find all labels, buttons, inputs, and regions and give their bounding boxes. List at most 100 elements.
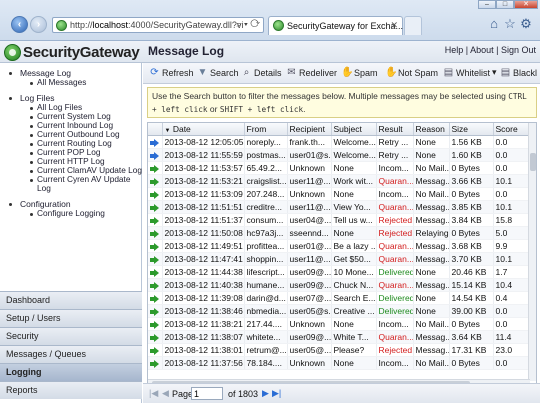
scroll-thumb[interactable] (530, 153, 536, 171)
cell-subject: Welcome... (331, 148, 377, 162)
table-row[interactable]: 2013-08-12 11:53:21 craigslist... user11@.… (148, 174, 531, 188)
cell-from: craigslist... (244, 174, 288, 188)
page-number-input[interactable] (191, 387, 223, 400)
toolbar: ⟳ Refresh ▼ Search ⌕ Details ✉ Redeliver ✋ Sp… (143, 63, 540, 84)
table-row[interactable]: 2013-08-12 11:51:51 creditre... user11@...… (148, 200, 531, 214)
cell-result: Retry ... (376, 148, 414, 162)
table-row[interactable]: 2013-08-12 11:39:08 darin@d... user07@... S… (148, 291, 531, 306)
search-button[interactable]: ▼ Search (197, 67, 239, 78)
nav-log-item[interactable]: Current Cyren AV Update Log (0, 175, 142, 193)
section-reports[interactable]: Reports (0, 381, 142, 399)
cell-recipient: user11@... (287, 174, 332, 188)
search-dropdown-icon[interactable]: ⌕ ▾ ⟳ (237, 19, 260, 30)
back-button[interactable]: ‹ (11, 16, 28, 33)
first-page-icon[interactable]: |◀ (149, 388, 158, 399)
details-button[interactable]: ⌕ Details (241, 67, 282, 78)
column-subject[interactable]: Subject (331, 123, 377, 136)
tab-site-icon (273, 20, 284, 31)
column-score[interactable]: Score (493, 123, 531, 136)
section-messages-queues[interactable]: Messages / Queues (0, 345, 142, 363)
section-security[interactable]: Security (0, 327, 142, 345)
not-spam-button[interactable]: ✋ Not Spam (385, 67, 438, 78)
url-text: http://localhost:4000/SecurityGateway.dl… (70, 20, 244, 30)
table-row[interactable]: 2013-08-12 11:44:38 lifescript... user09@.… (148, 265, 531, 280)
cell-recipient: Unknown (287, 317, 332, 332)
blacklist-icon: ▤ (500, 67, 511, 78)
column-result[interactable]: Result (376, 123, 414, 136)
table-row[interactable]: 2013-08-12 11:47:41 shoppin... user11@... G… (148, 252, 531, 266)
nav-all-messages[interactable]: All Messages (0, 78, 142, 87)
section-dashboard[interactable]: Dashboard (0, 291, 142, 309)
favorites-star-icon[interactable]: ☆ (503, 17, 517, 31)
table-row[interactable]: 2013-08-12 11:49:51 profittea... user01@..… (148, 239, 531, 253)
search-label: Search (210, 67, 239, 78)
table-row[interactable]: 2013-08-12 11:55:59 postmas... user01@s...… (148, 148, 531, 162)
table-row[interactable]: 2013-08-12 11:38:07 whitete... user09@... W… (148, 330, 531, 345)
cell-size: 0 Bytes (449, 161, 494, 175)
cell-score: 0.0 (493, 317, 531, 332)
redeliver-button[interactable]: ✉ Redeliver (286, 67, 337, 78)
maximize-button[interactable]: □ (496, 0, 514, 9)
home-icon[interactable]: ⌂ (487, 17, 501, 31)
last-page-icon[interactable]: ▶| (272, 388, 281, 399)
column-size[interactable]: Size (449, 123, 494, 136)
inbound-arrow-icon (148, 330, 163, 345)
prev-page-icon[interactable]: ◀ (162, 388, 169, 399)
cell-recipient: sseennd... (287, 226, 332, 240)
settings-gear-icon[interactable]: ⚙ (519, 17, 533, 31)
cell-size: 3.66 KB (449, 174, 494, 188)
address-bar[interactable]: http://localhost:4000/SecurityGateway.dl… (52, 17, 264, 33)
whitelist-icon: ▤ (443, 67, 454, 78)
vertical-scrollbar[interactable] (528, 123, 536, 381)
section-logging[interactable]: Logging (0, 363, 142, 381)
top-links[interactable]: Help | About | Sign Out (445, 45, 536, 55)
inbound-arrow-icon (148, 252, 163, 266)
column-direction[interactable] (148, 123, 163, 136)
cell-date: 2013-08-12 11:53:09 (162, 187, 245, 201)
cell-result: Quaran... (376, 200, 414, 214)
table-row[interactable]: 2013-08-12 12:05:05 noreply... frank.th...… (148, 135, 531, 149)
new-tab-button[interactable] (404, 16, 422, 35)
column-recipient[interactable]: Recipient (287, 123, 332, 136)
table-row[interactable]: 2013-08-12 11:38:46 nbmedia... user05@s...… (148, 304, 531, 319)
browser-tab[interactable]: SecurityGateway for Excha... ✕ (268, 16, 403, 35)
blacklist-button[interactable]: ▤ Blackl (500, 67, 537, 78)
cell-reason: Messag... (413, 213, 450, 227)
minimize-button[interactable]: – (478, 0, 496, 9)
table-row[interactable]: 2013-08-12 11:40:38 humane... user09@... Ch… (148, 278, 531, 293)
cell-date: 2013-08-12 11:39:08 (162, 291, 245, 306)
inbound-arrow-icon (148, 304, 163, 319)
table-row[interactable]: 2013-08-12 11:37:56 78.184.... Unknown None… (148, 356, 531, 371)
section-setup-users[interactable]: Setup / Users (0, 309, 142, 327)
magnifier-icon: ⌕ (243, 67, 250, 78)
whitelist-button[interactable]: ▤ Whitelist ▾ (443, 67, 497, 78)
cell-recipient: user05@... (287, 343, 332, 358)
forward-button[interactable]: › (30, 16, 47, 33)
thumbs-up-icon: ✋ (385, 67, 398, 78)
cell-date: 2013-08-12 12:05:05 (162, 135, 245, 149)
table-row[interactable]: 2013-08-12 11:38:21 217.44.... Unknown None… (148, 317, 531, 332)
table-row[interactable]: 2013-08-12 11:38:01 retrum@... user05@... P… (148, 343, 531, 358)
nav-configure-logging[interactable]: Configure Logging (0, 209, 142, 218)
cell-reason: Messag... (413, 278, 450, 293)
column-date[interactable]: ▼ Date (162, 123, 245, 136)
spam-button[interactable]: ✋ Spam (341, 67, 378, 78)
column-from[interactable]: From (244, 123, 288, 136)
cell-recipient: user07@... (287, 291, 332, 306)
cell-date: 2013-08-12 11:53:21 (162, 174, 245, 188)
table-row[interactable]: 2013-08-12 11:53:09 207.248... Unknown None… (148, 187, 531, 201)
table-row[interactable]: 2013-08-12 11:51:37 consum... user04@... Te… (148, 213, 531, 227)
cell-reason: Messag... (413, 239, 450, 253)
column-reason[interactable]: Reason (413, 123, 450, 136)
outbound-arrow-icon (148, 148, 163, 162)
table-row[interactable]: 2013-08-12 11:50:08 hc97a3j... sseennd... N… (148, 226, 531, 240)
cell-reason: No Mail... (413, 356, 450, 371)
redeliver-label: Redeliver (299, 67, 338, 78)
tab-close-icon[interactable]: ✕ (390, 20, 398, 31)
close-window-button[interactable]: ✕ (514, 0, 538, 9)
envelope-icon: ✉ (287, 67, 296, 78)
table-row[interactable]: 2013-08-12 11:53:57 65.49.2... Unknown None… (148, 161, 531, 175)
refresh-button[interactable]: ⟳ Refresh (149, 67, 193, 78)
cell-date: 2013-08-12 11:37:56 (162, 356, 245, 371)
next-page-icon[interactable]: ▶ (262, 388, 269, 399)
